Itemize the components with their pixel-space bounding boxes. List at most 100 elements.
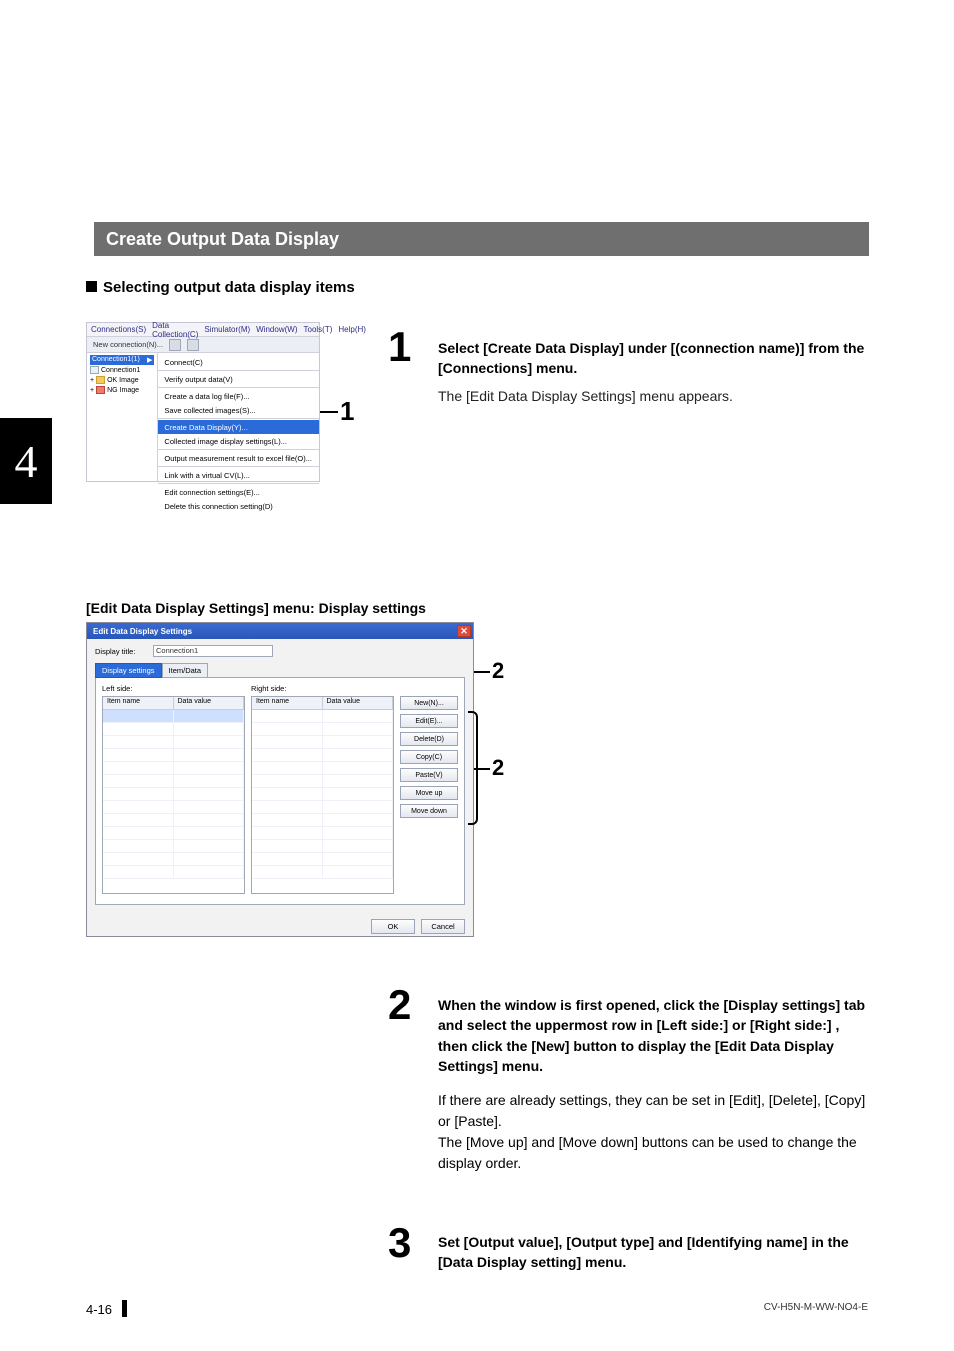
delete-button[interactable]: Delete(D) — [400, 732, 458, 746]
table-row[interactable] — [103, 775, 244, 788]
dialog-title: Edit Data Display Settings — [93, 627, 192, 636]
ok-button[interactable]: OK — [371, 919, 415, 934]
table-row[interactable] — [252, 710, 393, 723]
tree-ok-label: OK Image — [107, 377, 139, 384]
tab-display-settings[interactable]: Display settings — [95, 663, 162, 678]
menu-connections[interactable]: Connections(S) — [91, 325, 146, 334]
step-3-instruction: Set [Output value], [Output type] and [I… — [438, 1232, 868, 1273]
table-row[interactable] — [103, 710, 244, 723]
display-title-input[interactable]: Connection1 — [153, 645, 273, 657]
col-item-name: Item name — [103, 697, 174, 709]
callout-number-1: 1 — [340, 396, 354, 427]
table-row[interactable] — [103, 866, 244, 879]
side-buttons: New(N)... Edit(E)... Delete(D) Copy(C) P… — [400, 684, 458, 898]
menu-help[interactable]: Help(H) — [338, 325, 366, 334]
menu-window[interactable]: Window(W) — [256, 325, 297, 334]
callout-line — [320, 411, 338, 413]
table-row[interactable] — [252, 853, 393, 866]
submenu-connect[interactable]: Connect(C) — [158, 355, 319, 369]
menu-tools[interactable]: Tools(T) — [304, 325, 333, 334]
menu-data-collection[interactable]: Data Collection(C) — [152, 321, 198, 339]
right-side-column: Right side: Item name Data value — [251, 684, 394, 898]
table-row[interactable] — [103, 723, 244, 736]
table-row[interactable] — [103, 853, 244, 866]
subheading: Selecting output data display items — [86, 279, 355, 296]
tree-node-icon — [90, 366, 99, 374]
table-row[interactable] — [252, 866, 393, 879]
menu-simulator[interactable]: Simulator(M) — [204, 325, 250, 334]
display-title-label: Display title: — [95, 647, 147, 656]
submenu-verify-output[interactable]: Verify output data(V) — [158, 372, 319, 386]
col-data-value: Data value — [323, 697, 394, 709]
step-2-body-1: If there are already settings, they can … — [438, 1090, 868, 1132]
table-row[interactable] — [252, 840, 393, 853]
tab-item-data[interactable]: Item/Data — [162, 663, 209, 678]
table-row[interactable] — [103, 749, 244, 762]
copy-button[interactable]: Copy(C) — [400, 750, 458, 764]
paste-button[interactable]: Paste(V) — [400, 768, 458, 782]
screenshot2-caption: [Edit Data Display Settings] menu: Displ… — [86, 600, 426, 616]
connection-tree: Connection1(1) ▶ Connection1 + OK Image … — [87, 353, 158, 481]
submenu-delete-connection[interactable]: Delete this connection setting(D) — [158, 499, 319, 513]
move-up-button[interactable]: Move up — [400, 786, 458, 800]
submenu-save-images[interactable]: Save collected images(S)... — [158, 403, 319, 417]
right-side-grid[interactable]: Item name Data value — [251, 696, 394, 894]
menu-separator — [158, 483, 319, 484]
tree-ng-label: NG Image — [107, 387, 139, 394]
table-row[interactable] — [103, 762, 244, 775]
step-number-3: 3 — [388, 1219, 411, 1267]
step-2-body: If there are already settings, they can … — [438, 1090, 868, 1174]
screenshot-connections-menu: Connections(S) Data Collection(C) Simula… — [86, 322, 320, 482]
section-header-bar: Create Output Data Display — [94, 222, 869, 256]
step-2-body-2: The [Move up] and [Move down] buttons ca… — [438, 1132, 868, 1174]
table-row[interactable] — [252, 801, 393, 814]
tree-selected-connection[interactable]: Connection1(1) ▶ — [90, 355, 154, 365]
submenu-create-data-display[interactable]: Create Data Display(Y)... — [158, 420, 319, 434]
submenu-collected-image-settings[interactable]: Collected image display settings(L)... — [158, 434, 319, 448]
edit-button[interactable]: Edit(E)... — [400, 714, 458, 728]
left-side-label: Left side: — [102, 684, 245, 693]
step-number-1: 1 — [388, 323, 411, 371]
submenu-output-excel[interactable]: Output measurement result to excel file(… — [158, 451, 319, 465]
table-row[interactable] — [252, 762, 393, 775]
table-row[interactable] — [103, 840, 244, 853]
table-row[interactable] — [252, 736, 393, 749]
grid-header: Item name Data value — [252, 697, 393, 710]
table-row[interactable] — [103, 788, 244, 801]
toolbar-icon-1[interactable] — [169, 339, 181, 351]
new-connection-button[interactable]: New connection(N)... — [93, 340, 163, 349]
submenu-arrow-icon: ▶ — [147, 356, 152, 364]
menu-separator — [158, 418, 319, 419]
tree-ok-image[interactable]: + OK Image — [90, 375, 154, 385]
table-row[interactable] — [252, 723, 393, 736]
document-code: CV-H5N-M-WW-NO4-E — [764, 1302, 868, 1313]
table-row[interactable] — [252, 814, 393, 827]
table-row[interactable] — [103, 801, 244, 814]
step-1-instruction: Select [Create Data Display] under [(con… — [438, 338, 868, 379]
table-row[interactable] — [103, 736, 244, 749]
close-icon[interactable]: ✕ — [457, 625, 471, 637]
move-down-button[interactable]: Move down — [400, 804, 458, 818]
new-button[interactable]: New(N)... — [400, 696, 458, 710]
cancel-button[interactable]: Cancel — [421, 919, 465, 934]
dialog-body: Display title: Connection1 Display setti… — [87, 639, 473, 913]
step-2-bold: When the window is first opened, click t… — [438, 997, 865, 1074]
step-1-body: The [Edit Data Display Settings] menu ap… — [438, 386, 868, 407]
table-row[interactable] — [252, 749, 393, 762]
menu-separator — [158, 466, 319, 467]
table-row[interactable] — [252, 827, 393, 840]
table-row[interactable] — [252, 775, 393, 788]
table-row[interactable] — [252, 788, 393, 801]
screenshot-body: Connection1(1) ▶ Connection1 + OK Image … — [87, 353, 319, 481]
submenu-create-log[interactable]: Create a data log file(F)... — [158, 389, 319, 403]
tree-ng-image[interactable]: + NG Image — [90, 385, 154, 395]
toolbar-icon-2[interactable] — [187, 339, 199, 351]
step-3-bold: Set [Output value], [Output type] and [I… — [438, 1234, 849, 1270]
tree-root[interactable]: Connection1 — [90, 365, 154, 375]
step-1-bold: Select [Create Data Display] under [(con… — [438, 340, 864, 376]
table-row[interactable] — [103, 827, 244, 840]
left-side-grid[interactable]: Item name Data value — [102, 696, 245, 894]
submenu-edit-connection[interactable]: Edit connection settings(E)... — [158, 485, 319, 499]
table-row[interactable] — [103, 814, 244, 827]
submenu-link-virtual-cv[interactable]: Link with a virtual CV(L)... — [158, 468, 319, 482]
